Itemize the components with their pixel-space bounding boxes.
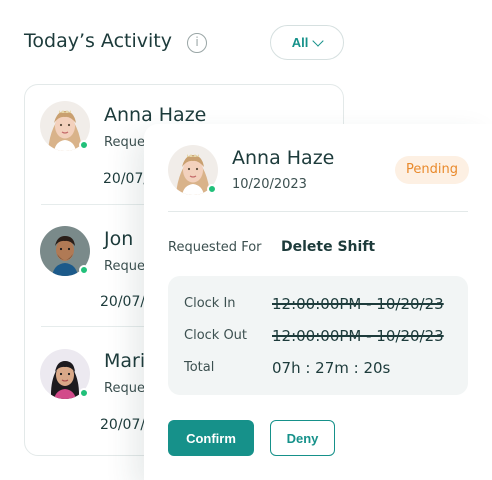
list-item-name: Jon: [104, 228, 134, 250]
avatar: [40, 226, 90, 276]
filter-dropdown[interactable]: All: [270, 25, 344, 60]
page-title: Today’s Activity: [24, 30, 172, 52]
filter-label: All: [291, 35, 309, 50]
list-item-name: Anna Haze: [104, 104, 207, 126]
clock-in-label: Clock In: [184, 296, 236, 311]
list-item-name: Mari: [104, 350, 146, 372]
activity-panel: Today’s Activity i All Anna Haze Reque 2…: [0, 0, 492, 480]
avatar: [40, 101, 90, 151]
clock-out-value: 12:00:00PM - 10/20/23: [272, 327, 444, 345]
avatar: [40, 349, 90, 399]
online-status-icon: [79, 140, 89, 150]
list-item-date: 20/07/: [103, 171, 149, 187]
list-item-request: Reque: [104, 381, 145, 396]
time-details: Clock In 12:00:00PM - 10/20/23 Clock Out…: [168, 276, 468, 395]
list-item-date: 20/07/: [100, 294, 146, 310]
list-item-request: Reque: [104, 259, 145, 274]
requested-for-value: Delete Shift: [281, 239, 376, 255]
avatar: [168, 145, 218, 195]
online-status-icon: [207, 184, 217, 194]
status-badge: Pending: [395, 156, 469, 184]
list-item-date: 20/07/: [100, 417, 146, 433]
request-detail-card: Anna Haze 10/20/2023 Pending Requested F…: [144, 124, 492, 480]
list-item-request: Reque: [104, 135, 145, 150]
clock-in-value: 12:00:00PM - 10/20/23: [272, 295, 444, 313]
total-value: 07h : 27m : 20s: [272, 359, 391, 377]
requested-for-label: Requested For: [168, 240, 262, 255]
detail-date: 10/20/2023: [232, 177, 307, 192]
online-status-icon: [79, 265, 89, 275]
info-icon[interactable]: i: [187, 33, 207, 53]
total-label: Total: [184, 360, 215, 375]
detail-name: Anna Haze: [232, 147, 335, 169]
chevron-down-icon: [312, 34, 324, 47]
divider: [168, 211, 468, 212]
confirm-button[interactable]: Confirm: [168, 420, 254, 456]
deny-button[interactable]: Deny: [270, 420, 335, 456]
clock-out-label: Clock Out: [184, 328, 248, 343]
online-status-icon: [79, 388, 89, 398]
